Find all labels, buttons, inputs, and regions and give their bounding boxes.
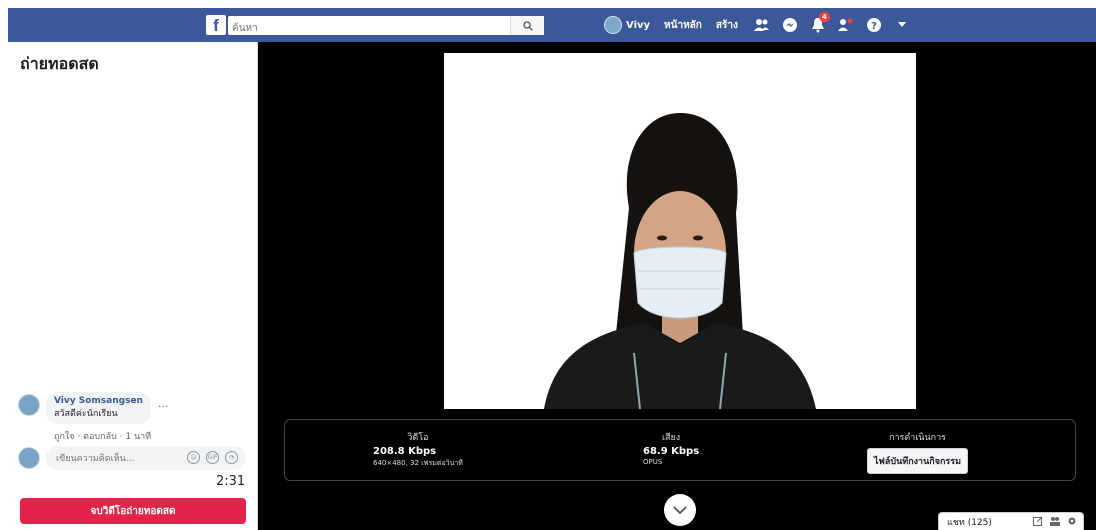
reply-link[interactable]: ตอบกลับ [83, 432, 117, 442]
video-stats: วิดีโอ 208.8 Kbps 640×480, 32 เฟรมต่อวิน… [373, 430, 463, 469]
facebook-logo-icon[interactable]: f [206, 15, 226, 35]
nav-links: Vivy หน้าหลัก สร้าง 4 ? [604, 8, 920, 42]
reply-icons: ☺ GIF ◔ [187, 451, 238, 464]
reply-box: ☺ GIF ◔ [46, 446, 246, 471]
like-link[interactable]: ถูกใจ [54, 432, 75, 442]
comment-author[interactable]: Vivy Somsangsen [54, 396, 143, 406]
emoji-icon[interactable]: ☺ [187, 451, 200, 464]
live-stage: วิดีโอ 208.8 Kbps 640×480, 32 เฟรมต่อวิน… [258, 42, 1096, 530]
live-sidebar: ถ่ายทอดสด Vivy Somsangsen สวัสดีค่ะนักเร… [8, 42, 258, 530]
friend-requests-icon[interactable] [752, 15, 772, 35]
search-icon [522, 20, 533, 31]
avatar [604, 16, 622, 34]
messenger-icon[interactable] [780, 15, 800, 35]
page-title: ถ่ายทอดสด [20, 54, 99, 73]
account-menu-chevron-down-icon[interactable] [892, 15, 912, 35]
find-friends-icon[interactable] [836, 15, 856, 35]
notification-badge: 4 [818, 12, 830, 22]
help-icon[interactable]: ? [864, 15, 884, 35]
video-bitrate: 208.8 Kbps [373, 446, 437, 457]
collapse-chevron-down-icon[interactable] [664, 494, 696, 526]
actions-label: การดำเนินการ [889, 433, 946, 443]
video-detail: 640×480, 32 เฟรมต่อวินาที [373, 459, 463, 467]
avatar [18, 447, 40, 469]
activity-log-button[interactable]: ไฟล์บันทึกงานกิจกรรม [867, 448, 969, 474]
profile-link[interactable]: Vivy [604, 16, 650, 34]
chat-tab[interactable]: แชท (125) [938, 512, 1084, 530]
live-timer: 2:31 [216, 474, 246, 489]
top-navigation-bar: f Vivy หน้าหลัก สร้าง 4 ? [8, 8, 1096, 42]
live-video-preview[interactable] [444, 53, 916, 409]
reply-composer: ☺ GIF ◔ [18, 444, 250, 472]
chat-label: แชท (125) [947, 517, 992, 528]
gear-icon[interactable] [1067, 516, 1077, 526]
more-options-icon[interactable]: ··· [158, 400, 169, 413]
comment-text: สวัสดีค่ะนักเรียน [54, 409, 118, 419]
video-label: วิดีโอ [407, 433, 429, 443]
comment-time: 1 นาที [125, 432, 152, 442]
notifications-icon[interactable]: 4 [808, 12, 830, 35]
svg-text:?: ? [871, 21, 877, 32]
audio-bitrate: 68.9 Kbps [643, 446, 700, 457]
sticker-icon[interactable]: ◔ [225, 451, 238, 464]
home-link[interactable]: หน้าหลัก [664, 18, 702, 33]
chat-icons [1033, 516, 1077, 526]
create-link[interactable]: สร้าง [716, 18, 738, 33]
presenter-image [444, 53, 916, 409]
group-icon[interactable] [1050, 516, 1060, 526]
avatar[interactable] [18, 394, 40, 416]
comment-bubble: Vivy Somsangsen สวัสดีค่ะนักเรียน [46, 392, 151, 424]
search-input[interactable] [228, 19, 508, 38]
search-button[interactable] [510, 16, 544, 35]
actions-section: การดำเนินการ ไฟล์บันทึกงานกิจกรรม [867, 430, 969, 474]
comment-input[interactable] [46, 447, 166, 471]
audio-stats: เสียง 68.9 Kbps OPUS [643, 430, 699, 466]
stream-stats-panel: วิดีโอ 208.8 Kbps 640×480, 32 เฟรมต่อวิน… [284, 419, 1076, 481]
search-bar [228, 16, 544, 38]
comment-actions: ถูกใจ · ตอบกลับ · 1 นาที [54, 432, 152, 442]
end-live-button[interactable]: จบวิดีโอถ่ายทอดสด [20, 498, 246, 524]
user-name: Vivy [626, 19, 651, 31]
audio-codec: OPUS [643, 458, 663, 466]
gif-icon[interactable]: GIF [206, 451, 219, 464]
audio-label: เสียง [661, 433, 681, 443]
new-message-icon[interactable] [1033, 516, 1043, 526]
